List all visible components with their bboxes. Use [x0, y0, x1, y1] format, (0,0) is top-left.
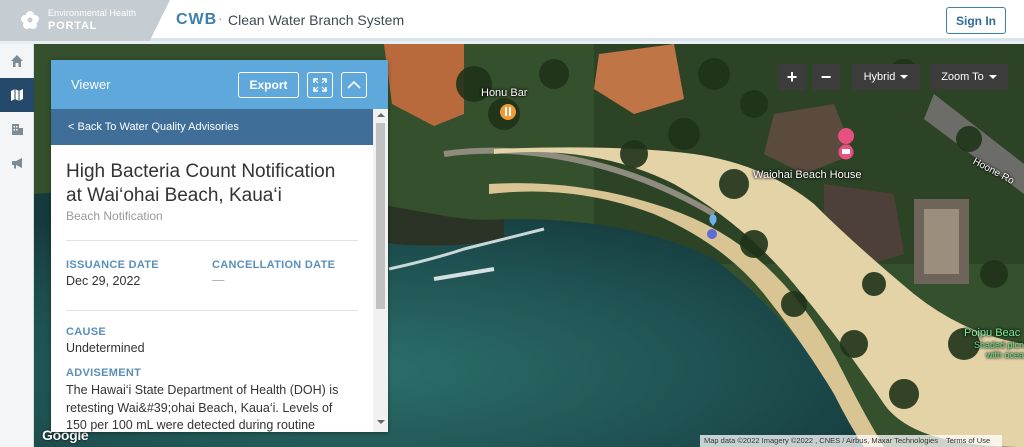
notice-title: High Bacteria Count Notification at Wai‘…: [66, 161, 336, 206]
cancellation-date-value: —: [212, 273, 225, 287]
portal-brand[interactable]: Environmental Health PORTAL: [0, 0, 170, 41]
expand-icon: [313, 78, 327, 92]
map-icon: [11, 89, 23, 101]
notice-details: High Bacteria Count Notification at Wai‘…: [66, 145, 366, 432]
megaphone-icon: [12, 158, 22, 169]
nav-map[interactable]: [0, 78, 34, 112]
viewer-panel: Viewer Export < Back To Water Quality Ad…: [51, 60, 388, 432]
chevron-down-icon: [988, 75, 997, 79]
title-separator: ·: [218, 10, 223, 26]
flower-logo-icon: [21, 11, 39, 29]
divider: [66, 310, 358, 311]
fullscreen-button[interactable]: [307, 72, 333, 98]
cancellation-date-label: CANCELLATION DATE: [212, 259, 336, 271]
map-label-honu-bar: Honu Bar: [481, 87, 528, 99]
brand-line1: Environmental Health: [48, 8, 137, 18]
map-label-poipu-beach: Poipu Beac: [964, 327, 1021, 339]
app-header: Environmental Health PORTAL CWB · Clean …: [0, 0, 1024, 41]
export-button[interactable]: Export: [238, 72, 299, 98]
scroll-up-arrow-icon[interactable]: [377, 113, 385, 117]
nav-home[interactable]: [0, 44, 34, 78]
home-icon: [11, 55, 23, 67]
panel-scrollbar[interactable]: [373, 109, 388, 432]
side-navigation: [0, 44, 34, 447]
map-label-poipu-sub1: Shaded picni: [974, 340, 1024, 350]
collapse-panel-button[interactable]: [341, 72, 367, 98]
back-navigation-bar: < Back To Water Quality Advisories: [51, 109, 373, 145]
zoom-to-label: Zoom To: [941, 71, 984, 83]
app-abbreviation: CWB: [176, 11, 218, 28]
map-data-credit: Map data ©2022 Imagery ©2022 , CNES / Ai…: [704, 436, 938, 445]
app-name: Clean Water Branch System: [228, 12, 405, 28]
map-type-label: Hybrid: [863, 71, 896, 83]
nav-facilities[interactable]: [0, 112, 34, 146]
sign-in-button[interactable]: Sign In: [946, 7, 1006, 34]
zoom-out-button[interactable]: −: [812, 64, 840, 90]
advisement-label: ADVISEMENT: [66, 367, 142, 379]
cause-label: CAUSE: [66, 326, 107, 338]
cause-value: Undetermined: [66, 341, 145, 355]
map-attribution: Map data ©2022 Imagery ©2022 , CNES / Ai…: [700, 435, 1003, 447]
building-icon: [12, 124, 23, 135]
chevron-down-icon: [900, 75, 909, 79]
brand-line2: PORTAL: [48, 20, 98, 32]
terms-of-use-link[interactable]: Terms of Use: [946, 436, 990, 445]
honu-bar-marker: [500, 104, 516, 120]
scrollbar-thumb[interactable]: [376, 123, 385, 309]
scroll-down-arrow-icon[interactable]: [377, 420, 385, 424]
advisement-text: The Hawai‘i State Department of Health (…: [66, 383, 339, 432]
notice-type: Beach Notification: [66, 209, 163, 223]
chevron-up-icon: [347, 80, 361, 89]
map-type-dropdown[interactable]: Hybrid: [852, 64, 920, 90]
divider: [66, 240, 358, 241]
zoom-to-dropdown[interactable]: Zoom To: [930, 64, 1008, 90]
zoom-in-button[interactable]: +: [778, 64, 806, 90]
back-to-advisories-link[interactable]: < Back To Water Quality Advisories: [68, 121, 239, 133]
viewer-title: Viewer: [71, 77, 111, 92]
issuance-date-label: ISSUANCE DATE: [66, 259, 159, 271]
viewer-header: Viewer Export: [51, 60, 388, 109]
nav-announcements[interactable]: [0, 146, 34, 180]
map-label-waiohai-beach-house: Waiohai Beach House: [753, 169, 862, 181]
map-label-poipu-sub2: with ocea: [986, 350, 1024, 360]
issuance-date-value: Dec 29, 2022: [66, 274, 141, 288]
